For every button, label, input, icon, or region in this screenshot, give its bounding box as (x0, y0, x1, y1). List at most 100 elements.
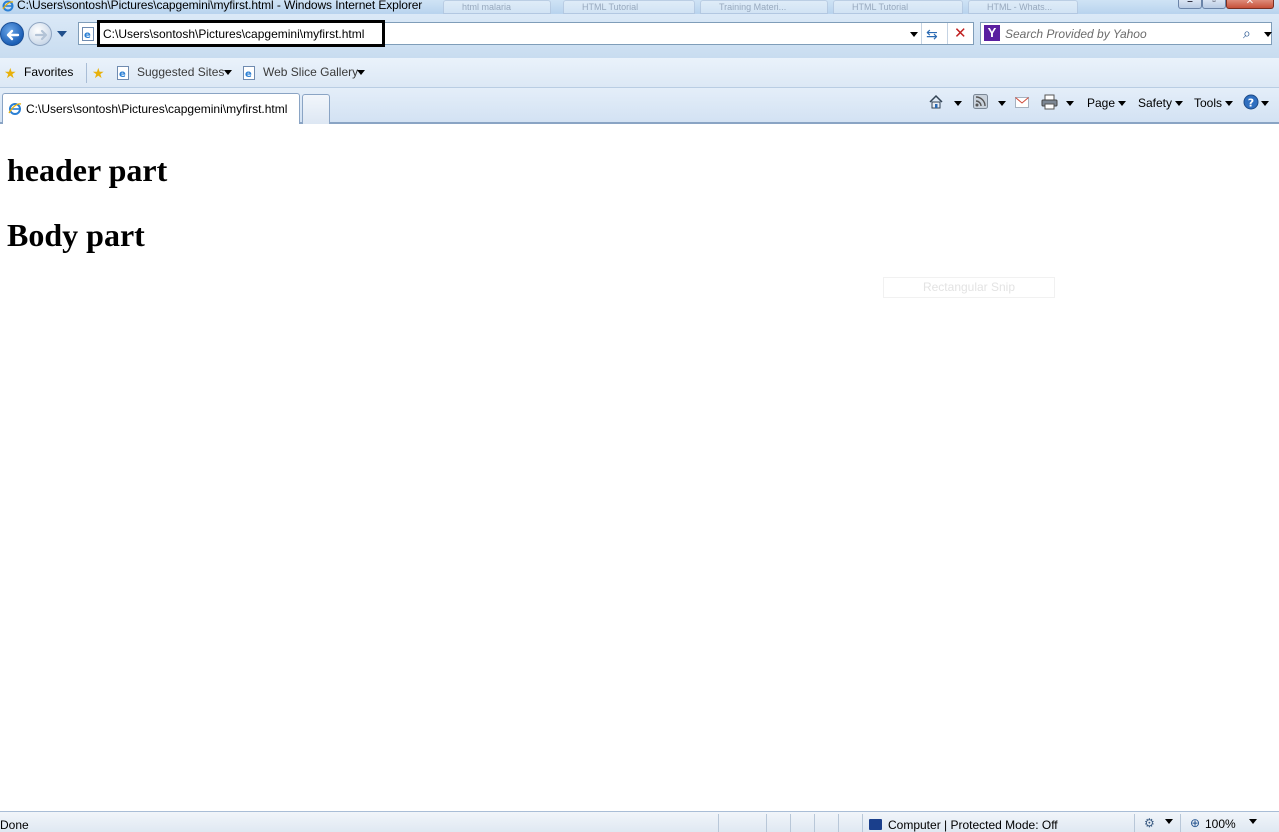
back-button[interactable] (0, 22, 24, 46)
favorite-item-suggested-sites[interactable]: e Suggested Sites (117, 64, 235, 82)
add-favorite-star-icon: ★ (92, 65, 105, 81)
address-bar[interactable]: e C:\Users\sontosh\Pictures\capgemini\my… (78, 20, 974, 47)
navigation-bar: e C:\Users\sontosh\Pictures\capgemini\my… (0, 14, 1279, 58)
status-separator (1134, 814, 1135, 832)
home-icon[interactable] (928, 94, 944, 110)
ie-page-icon: e (243, 66, 255, 80)
search-icon[interactable]: ⌕ (1243, 25, 1251, 42)
chevron-down-icon (224, 70, 232, 75)
forward-arrow-icon (34, 29, 48, 41)
help-dropdown[interactable] (1258, 96, 1269, 114)
yahoo-icon: Y (984, 25, 1000, 41)
read-mail-icon[interactable] (1015, 97, 1029, 108)
ie-logo-icon (8, 103, 22, 115)
rectangular-snip-overlay: Rectangular Snip (883, 277, 1055, 298)
background-taskbar-tab: Training Materi... (700, 0, 828, 14)
status-separator (862, 814, 863, 832)
svg-text:e: e (119, 69, 126, 80)
stop-icon[interactable]: ✕ (954, 24, 967, 42)
zoom-level[interactable]: 100% (1205, 817, 1236, 831)
protected-mode-icon[interactable]: ⚙ (1144, 816, 1155, 830)
chevron-down-icon[interactable] (1165, 819, 1173, 824)
background-taskbar-tab: HTML Tutorial (833, 0, 963, 14)
favorites-button[interactable]: ★ Favorites (4, 64, 76, 82)
maximize-button[interactable]: ▫ (1202, 0, 1226, 9)
security-zone-text[interactable]: Computer | Protected Mode: Off (888, 818, 1058, 832)
chevron-down-icon (1118, 101, 1127, 107)
minimize-button[interactable]: – (1178, 0, 1202, 9)
zoom-icon[interactable]: ⊕ (1190, 816, 1200, 830)
search-input[interactable]: Search Provided by Yahoo (1005, 27, 1147, 41)
body-heading: Body part (7, 217, 145, 253)
page-menu-label: Page (1087, 96, 1116, 110)
new-tab-button[interactable] (302, 94, 330, 124)
chevron-down-icon[interactable] (1249, 819, 1257, 824)
status-text: Done (0, 818, 29, 832)
recent-pages-dropdown[interactable] (57, 31, 67, 37)
ie-page-icon: e (82, 27, 94, 41)
address-separator (947, 23, 948, 44)
page-menu[interactable]: Page (1087, 96, 1127, 114)
help-icon[interactable]: ? (1243, 94, 1259, 110)
chevron-down-icon (357, 70, 365, 75)
chevron-down-icon (1066, 101, 1074, 107)
feeds-dropdown[interactable] (995, 96, 1006, 114)
status-separator (838, 814, 839, 832)
chevron-down-icon (998, 101, 1006, 107)
close-button[interactable]: ✕ (1226, 0, 1274, 9)
favorite-item-web-slice-gallery[interactable]: e Web Slice Gallery (243, 64, 367, 82)
chevron-down-icon (1261, 101, 1269, 107)
background-taskbar-tab: HTML - Whats... (968, 0, 1078, 14)
status-separator (814, 814, 815, 832)
ie-page-icon: e (117, 66, 129, 80)
restore-icon: ▫ (1212, 0, 1216, 7)
home-dropdown[interactable] (951, 96, 962, 114)
background-taskbar-tab: html malaria (443, 0, 551, 14)
status-separator (766, 814, 767, 832)
svg-text:e: e (84, 30, 91, 41)
add-to-favorites-bar-button[interactable]: ★ (92, 64, 114, 82)
back-arrow-icon (6, 29, 20, 41)
status-bar: Done Computer | Protected Mode: Off ⚙ ⊕ … (0, 811, 1279, 832)
search-options-dropdown[interactable] (1264, 32, 1272, 37)
favorites-bar: ★ Favorites ★ e Suggested Sites e Web Sl… (0, 58, 1279, 88)
tools-menu[interactable]: Tools (1194, 96, 1234, 114)
print-dropdown[interactable] (1063, 96, 1074, 114)
chevron-down-icon (1175, 101, 1184, 107)
refresh-icon[interactable]: ⇆ (926, 26, 938, 43)
minimize-icon: – (1187, 0, 1193, 7)
status-separator (1180, 814, 1181, 832)
favorites-separator (86, 63, 87, 83)
computer-zone-icon (869, 819, 882, 830)
favorite-item-label: Web Slice Gallery (263, 65, 359, 79)
safety-menu-label: Safety (1138, 96, 1173, 110)
close-icon: ✕ (1245, 0, 1255, 7)
favorite-item-label: Suggested Sites (137, 65, 225, 79)
print-icon[interactable] (1041, 94, 1058, 110)
tab-title: C:\Users\sontosh\Pictures\capgemini\myfi… (26, 102, 288, 116)
status-separator (790, 814, 791, 832)
svg-text:e: e (245, 69, 252, 80)
chevron-down-icon (954, 101, 962, 107)
svg-text:?: ? (1248, 96, 1254, 109)
window-title: C:\Users\sontosh\Pictures\capgemini\myfi… (17, 0, 423, 12)
address-separator (921, 23, 922, 44)
chevron-down-icon (1225, 101, 1234, 107)
search-box[interactable]: Y Search Provided by Yahoo ⌕ (980, 22, 1272, 45)
tab-myfirst[interactable]: C:\Users\sontosh\Pictures\capgemini\myfi… (2, 93, 300, 124)
feeds-icon[interactable] (973, 94, 988, 109)
favorites-label: Favorites (24, 65, 74, 79)
background-taskbar-tab: HTML Tutorial (563, 0, 695, 14)
header-heading: header part (7, 152, 168, 188)
tools-menu-label: Tools (1194, 96, 1223, 110)
tab-bar: C:\Users\sontosh\Pictures\capgemini\myfi… (0, 88, 1279, 124)
address-url[interactable]: C:\Users\sontosh\Pictures\capgemini\myfi… (103, 27, 364, 41)
address-dropdown-button[interactable] (910, 32, 918, 37)
page-content: header part Body part Rectangular Snip (0, 126, 1279, 811)
ie-logo-icon (2, 0, 14, 12)
forward-button[interactable] (28, 22, 52, 46)
status-separator (718, 814, 719, 832)
safety-menu[interactable]: Safety (1138, 96, 1184, 114)
title-bar: C:\Users\sontosh\Pictures\capgemini\myfi… (0, 0, 1279, 14)
favorites-star-icon: ★ (4, 65, 17, 81)
